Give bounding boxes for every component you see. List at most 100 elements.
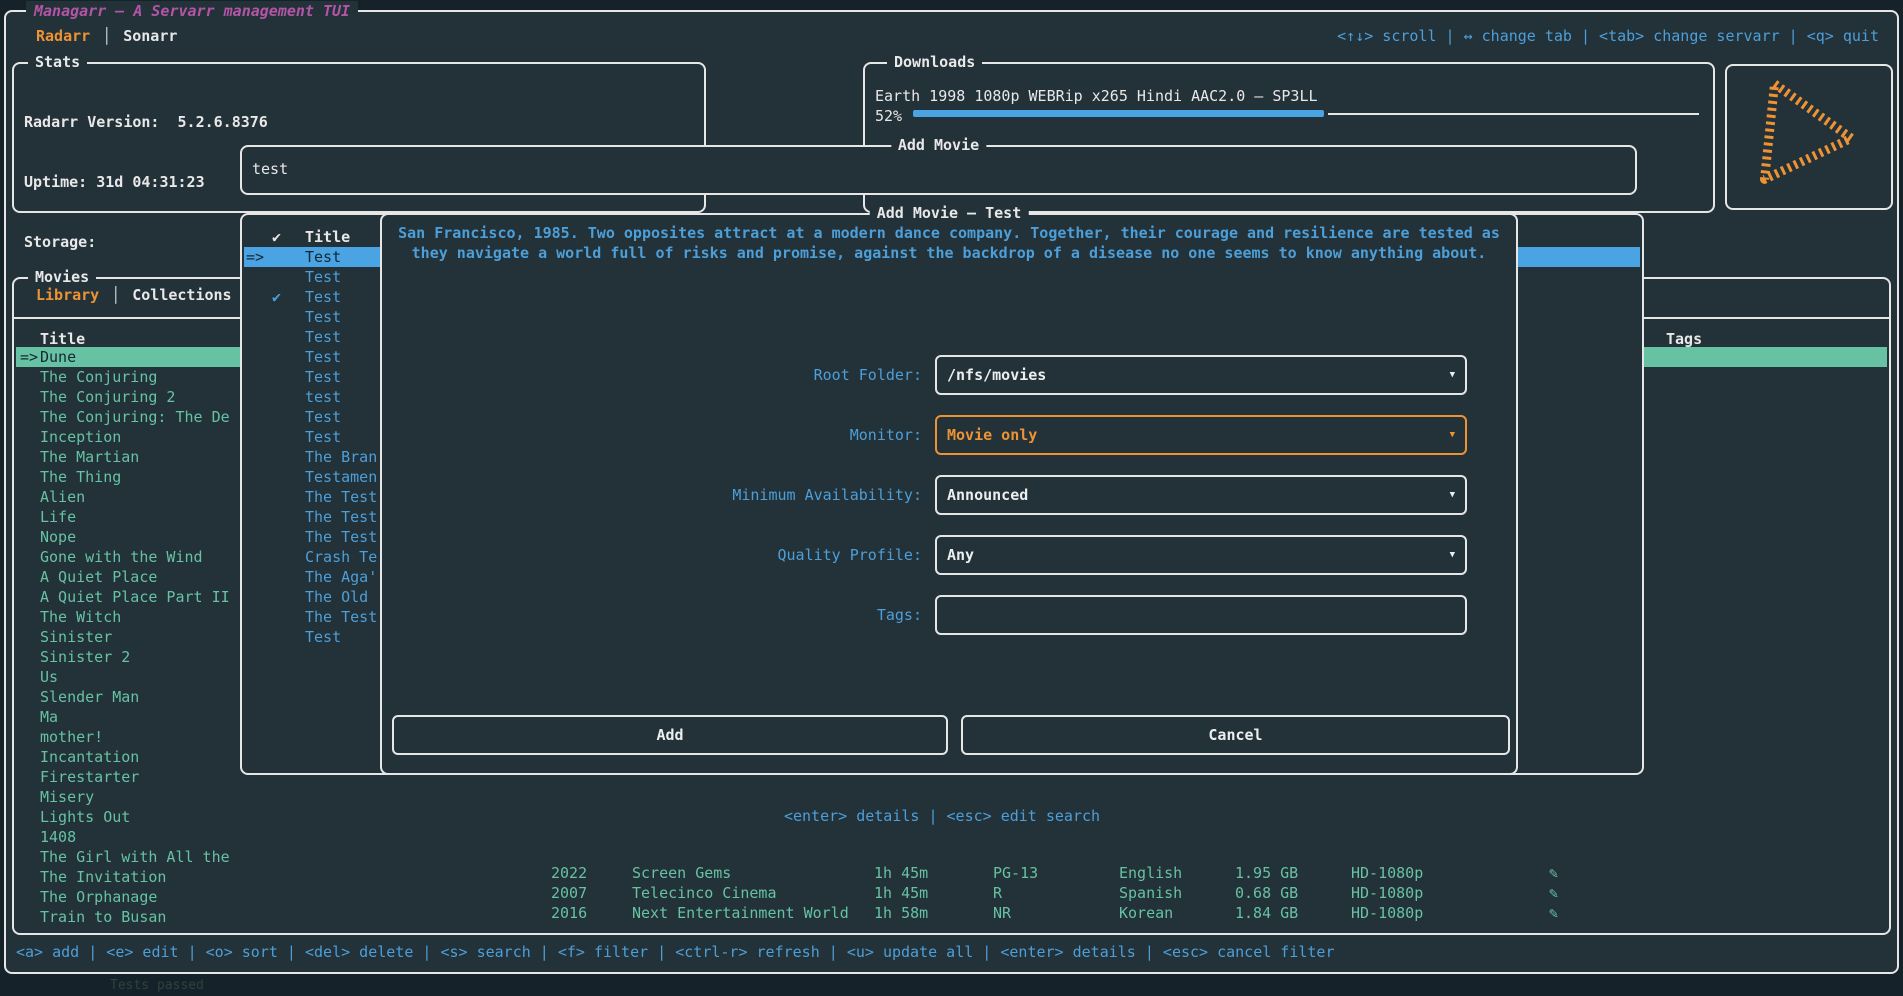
result-title: The Bran	[305, 447, 377, 467]
downloads-panel-title: Downloads	[887, 52, 982, 72]
download-percent: 52%	[875, 106, 902, 126]
tab-sonarr[interactable]: Sonarr	[123, 27, 177, 45]
movie-title: Sinister	[40, 627, 112, 647]
dialog-title: Add Movie – Test	[870, 203, 1029, 223]
tab-separator: │	[90, 27, 123, 45]
movie-language: English	[1119, 863, 1182, 883]
movie-description: San Francisco, 1985. Two opposites attra…	[392, 223, 1506, 263]
root-folder-row: Root Folder: /nfs/movies ▼	[382, 355, 1516, 395]
movie-title: A Quiet Place	[40, 567, 157, 587]
movie-year: 2022	[551, 863, 587, 883]
quality-profile-select[interactable]: Any ▼	[935, 535, 1467, 575]
result-title: The Test	[305, 527, 377, 547]
movies-header-title: Title	[40, 329, 85, 349]
movie-size: 1.95 GB	[1235, 863, 1298, 883]
movie-title: Gone with the Wind	[40, 547, 203, 567]
storage-label: Storage:	[24, 232, 268, 252]
uptime: Uptime: 31d 04:31:23	[24, 172, 268, 192]
result-title: Test	[305, 367, 341, 387]
movie-size: 1.84 GB	[1235, 903, 1298, 923]
add-button[interactable]: Add	[392, 715, 948, 755]
movies-tabs: Library│Collections│	[36, 285, 265, 305]
servarr-tabs: Radarr│Sonarr	[36, 26, 177, 46]
movie-title: Lights Out	[40, 807, 130, 827]
quality-profile-row: Quality Profile: Any ▼	[382, 535, 1516, 575]
app-title: Managarr – A Servarr management TUI	[26, 1, 358, 21]
add-movie-search-input[interactable]: test	[252, 159, 288, 179]
movie-year: 2016	[551, 903, 587, 923]
movies-panel-title: Movies	[28, 267, 96, 287]
edit-pencil-icon[interactable]: ✎	[1549, 883, 1558, 903]
movie-title: The Thing	[40, 467, 121, 487]
minimum-availability-row: Minimum Availability: Announced ▼	[382, 475, 1516, 515]
movie-title: The Conjuring	[40, 367, 157, 387]
movie-studio: Screen Gems	[632, 863, 731, 883]
movie-certification: NR	[993, 903, 1011, 923]
movie-detail-row[interactable]: 2007 Telecinco Cinema 1h 45m R Spanish 0…	[14, 883, 1889, 903]
result-title: The Test	[305, 487, 377, 507]
minimum-availability-label: Minimum Availability:	[382, 475, 922, 515]
tab-collections[interactable]: Collections	[132, 286, 231, 304]
monitor-select[interactable]: Movie only ▼	[935, 415, 1467, 455]
result-title: The Aga'	[305, 567, 377, 587]
movie-title: Misery	[40, 787, 94, 807]
edit-pencil-icon[interactable]: ✎	[1549, 903, 1558, 923]
result-title: Test	[305, 267, 341, 287]
tags-row: Tags:	[382, 595, 1516, 635]
bottom-keybindings: <a> add | <e> edit | <o> sort | <del> de…	[16, 942, 1335, 962]
results-header-title: Title	[305, 227, 350, 247]
result-title: The Old	[305, 587, 368, 607]
checkmark-icon: ✔	[272, 227, 281, 247]
movie-row[interactable]: 1408	[16, 827, 1887, 847]
movie-year: 2007	[551, 883, 587, 903]
tab-library[interactable]: Library	[36, 286, 99, 304]
stats-panel-title: Stats	[28, 52, 87, 72]
movie-row[interactable]: Misery	[16, 787, 1887, 807]
add-movie-search-title: Add Movie	[891, 135, 986, 155]
edit-pencil-icon[interactable]: ✎	[1549, 863, 1558, 883]
movie-title: The Martian	[40, 447, 139, 467]
movie-title: Sinister 2	[40, 647, 130, 667]
movie-quality: HD-1080p	[1351, 883, 1423, 903]
movie-title: The Witch	[40, 607, 121, 627]
result-title: The Test	[305, 607, 377, 627]
movie-studio: Next Entertainment World	[632, 903, 849, 923]
movie-studio: Telecinco Cinema	[632, 883, 777, 903]
tags-input[interactable]	[935, 595, 1467, 635]
movie-title: Dune	[40, 347, 76, 367]
download-item: Earth 1998 1080p WEBRip x265 Hindi AAC2.…	[875, 86, 1318, 106]
movie-title: The Conjuring 2	[40, 387, 175, 407]
root-folder-select[interactable]: /nfs/movies ▼	[935, 355, 1467, 395]
root-folder-label: Root Folder:	[382, 355, 922, 395]
movie-runtime: 1h 45m	[874, 863, 928, 883]
movie-title: The Conjuring: The De	[40, 407, 230, 427]
radarr-version: Radarr Version: 5.2.6.8376	[24, 112, 268, 132]
result-title: test	[305, 387, 341, 407]
chevron-down-icon: ▼	[1450, 417, 1455, 453]
result-title: Test	[305, 327, 341, 347]
selection-marker: =>	[246, 247, 264, 267]
movie-title: Incantation	[40, 747, 139, 767]
add-movie-search-box[interactable]: Add Movie test	[240, 145, 1637, 195]
movie-title: Ma	[40, 707, 58, 727]
result-title: Test	[305, 287, 341, 307]
movie-quality: HD-1080p	[1351, 863, 1423, 883]
movie-title: 1408	[40, 827, 76, 847]
movie-detail-row[interactable]: 2016 Next Entertainment World 1h 58m NR …	[14, 903, 1889, 923]
movie-detail-rows: 2022 Screen Gems 1h 45m PG-13 English 1.…	[14, 863, 1889, 923]
tab-radarr[interactable]: Radarr	[36, 27, 90, 45]
movie-certification: PG-13	[993, 863, 1038, 883]
movie-title: A Quiet Place Part II	[40, 587, 230, 607]
result-title: Test	[305, 427, 341, 447]
movie-runtime: 1h 45m	[874, 883, 928, 903]
minimum-availability-select[interactable]: Announced ▼	[935, 475, 1467, 515]
cancel-button[interactable]: Cancel	[961, 715, 1510, 755]
movie-title: Firestarter	[40, 767, 139, 787]
result-title: Test	[305, 627, 341, 647]
monitor-row: Monitor: Movie only ▼	[382, 415, 1516, 455]
movie-runtime: 1h 58m	[874, 903, 928, 923]
movie-detail-row[interactable]: 2022 Screen Gems 1h 45m PG-13 English 1.…	[14, 863, 1889, 883]
movie-title: Us	[40, 667, 58, 687]
add-movie-dialog: Add Movie – Test San Francisco, 1985. Tw…	[380, 213, 1518, 775]
chevron-down-icon: ▼	[1450, 537, 1455, 573]
